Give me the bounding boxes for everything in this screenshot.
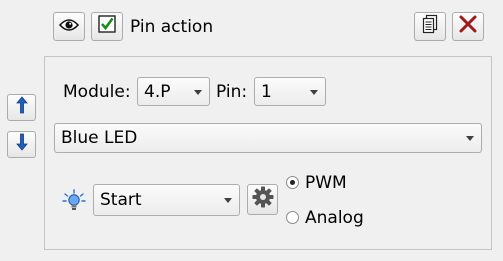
arrow-up-icon [15, 96, 28, 119]
action-settings-button[interactable] [247, 184, 278, 215]
chevron-down-icon [194, 89, 202, 95]
chevron-down-icon [466, 136, 474, 141]
copy-button[interactable] [414, 12, 446, 41]
copy-document-icon [422, 14, 438, 39]
checkbox-checked-icon [98, 15, 116, 38]
action-select[interactable]: Start [93, 184, 240, 216]
enable-checkbox-button[interactable] [91, 12, 123, 41]
arrow-down-icon [15, 133, 28, 156]
device-select-value: Blue LED [61, 128, 138, 148]
close-x-icon [459, 15, 477, 38]
module-select[interactable]: 4.P [137, 77, 210, 106]
radio-selected-dot [290, 180, 295, 185]
pin-select-value: 1 [261, 81, 272, 102]
pwm-radio[interactable] [286, 176, 299, 189]
gear-icon [252, 186, 274, 213]
eye-icon [58, 17, 80, 37]
pin-label: Pin: [216, 82, 248, 102]
chevron-down-icon [224, 198, 232, 203]
chevron-down-icon [310, 89, 318, 95]
module-label: Module: [63, 82, 131, 102]
visibility-toggle-button[interactable] [53, 12, 85, 41]
move-up-button[interactable] [7, 94, 36, 121]
module-select-value: 4.P [144, 81, 171, 102]
analog-radio-label[interactable]: Analog [305, 207, 364, 229]
pwm-radio-label[interactable]: PWM [305, 172, 347, 194]
action-select-value: Start [100, 190, 142, 210]
move-down-button[interactable] [7, 131, 36, 158]
action-title: Pin action [130, 17, 214, 37]
analog-radio[interactable] [286, 211, 299, 224]
light-bulb-icon [62, 189, 86, 213]
pin-select[interactable]: 1 [254, 77, 326, 106]
device-select[interactable]: Blue LED [54, 123, 482, 153]
delete-button[interactable] [452, 12, 484, 41]
